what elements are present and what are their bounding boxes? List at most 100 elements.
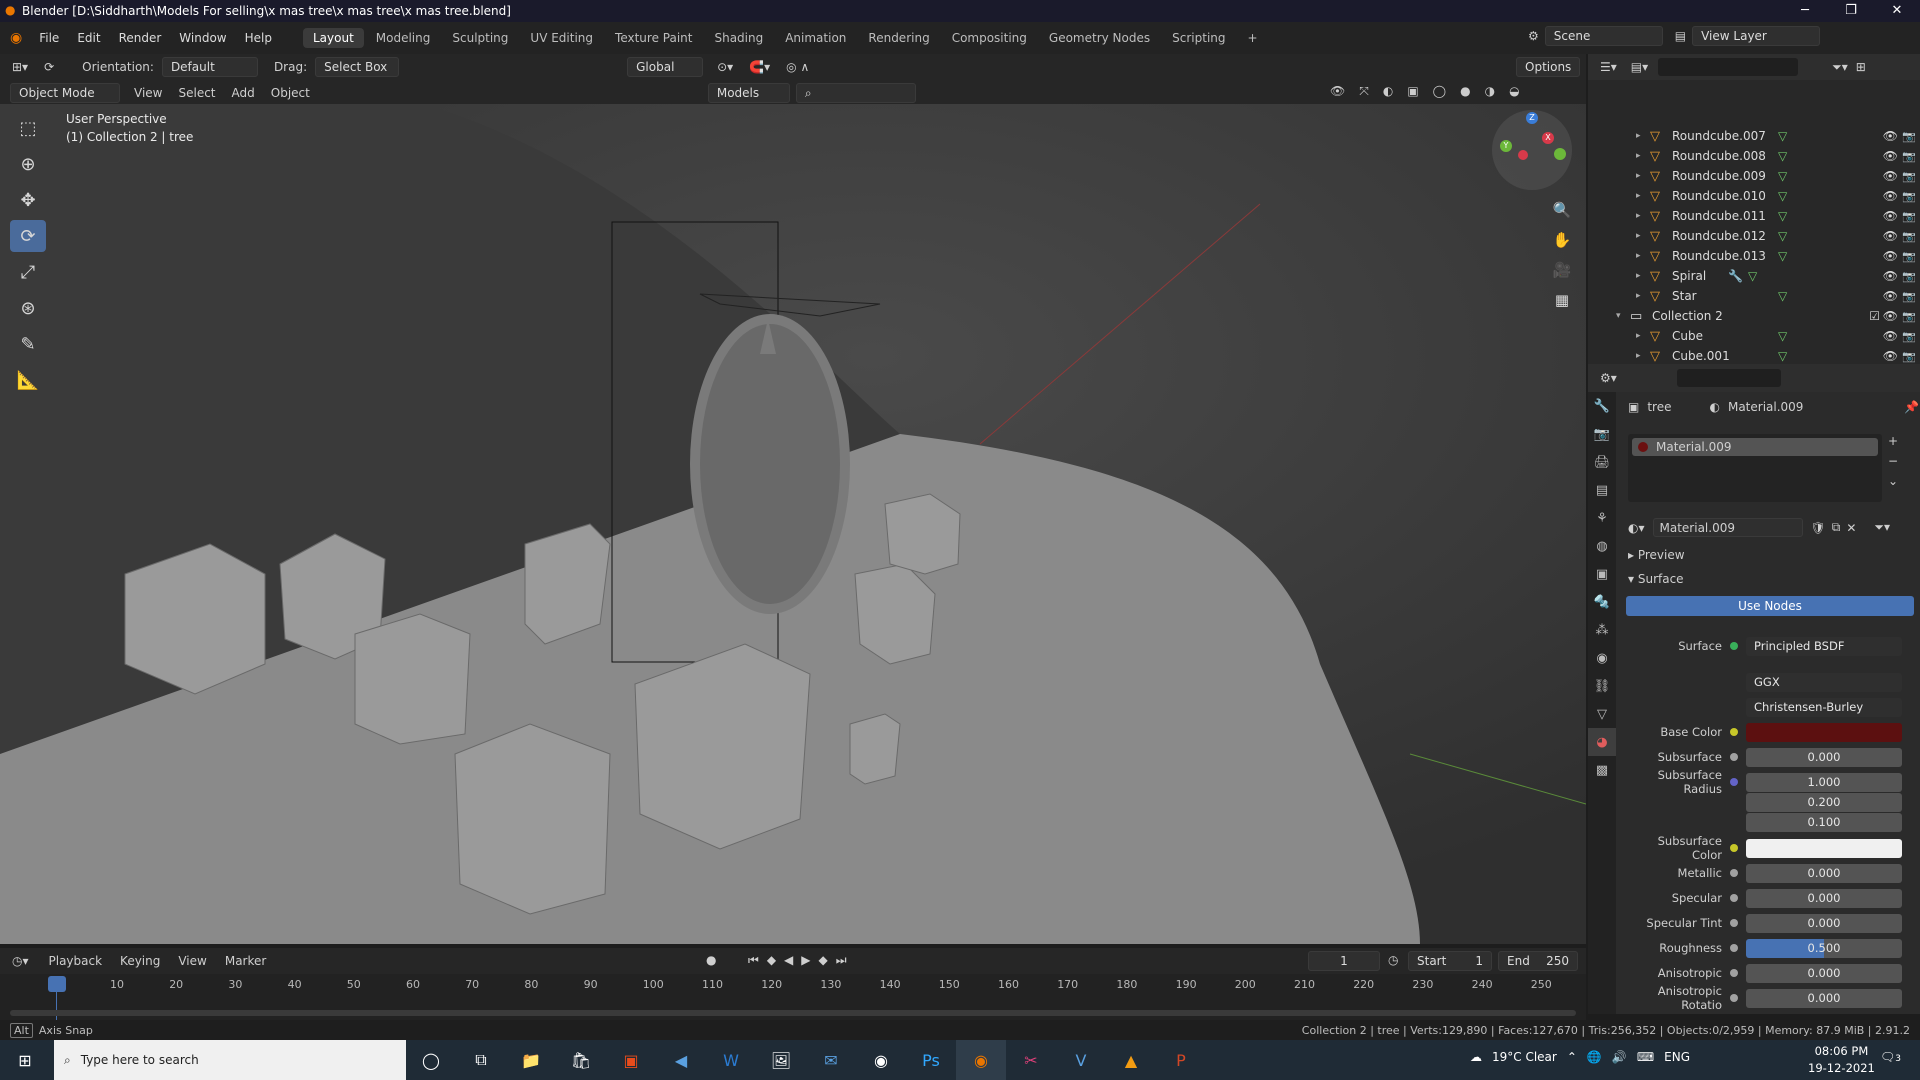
scene-tab-icon[interactable]: ⚘ <box>1588 504 1616 532</box>
current-frame-field[interactable]: 1 <box>1308 951 1380 971</box>
timeline-scrollbar[interactable] <box>10 1010 1576 1016</box>
material-value-field[interactable]: 0.000 <box>1746 888 1902 908</box>
overlays-icon[interactable]: ◐ <box>1383 84 1393 99</box>
neg-x-axis-icon[interactable] <box>1518 150 1528 160</box>
snap-icon[interactable]: 🧲▾ <box>749 60 770 74</box>
visibility-eye-icon[interactable]: 👁 <box>1883 169 1898 183</box>
unlink-material-icon[interactable]: ✕ <box>1846 521 1856 535</box>
material-tab-icon[interactable]: ◕ <box>1588 728 1616 756</box>
outliner-object-row[interactable]: ▸ ▽ Roundcube.010 ▽ 👁 📷 <box>1588 186 1920 206</box>
outliner-object-row[interactable]: ▸ ▽ Cube ▽ 👁 📷 <box>1588 326 1920 346</box>
cursor-tool-icon[interactable]: ⊕ <box>10 148 46 180</box>
outliner-object-row[interactable]: ▸ ▽ Roundcube.012 ▽ 👁 📷 <box>1588 226 1920 246</box>
vs-icon[interactable]: ◀ <box>656 1040 706 1080</box>
outliner-object-row[interactable]: ▸ ▽ Cube.001 ▽ 👁 📷 <box>1588 346 1920 364</box>
taskbar-search-box[interactable]: ⌕ Type here to search <box>54 1040 406 1080</box>
select-box-tool-icon[interactable]: ⬚ <box>10 112 46 144</box>
output-tab-icon[interactable]: 🖨 <box>1588 448 1616 476</box>
annotate-tool-icon[interactable]: ✎ <box>10 328 46 360</box>
visibility-eye-icon[interactable]: 👁 <box>1883 229 1898 243</box>
ortho-grid-icon[interactable]: ▦ <box>1548 285 1576 315</box>
expand-icon[interactable]: ▸ <box>1636 231 1641 241</box>
rendered-shading-icon[interactable]: ◒ <box>1509 84 1519 99</box>
menu-timeline-view[interactable]: View <box>178 954 206 968</box>
expand-icon[interactable]: ▸ <box>1636 331 1641 341</box>
render-camera-icon[interactable]: 📷 <box>1902 270 1916 283</box>
jump-start-icon[interactable]: ⏮ <box>748 953 759 968</box>
x-axis-icon[interactable]: X <box>1542 132 1554 144</box>
transform-tool-icon[interactable]: ⊛ <box>10 292 46 324</box>
visibility-eye-icon[interactable]: 👁 <box>1883 309 1898 323</box>
play-icon[interactable]: ▶ <box>801 953 810 968</box>
material-value-field[interactable]: 0.000 <box>1746 988 1902 1008</box>
material-value-field[interactable]: 0.000 <box>1746 963 1902 983</box>
record-icon[interactable]: ● <box>706 953 716 967</box>
filter-icon[interactable]: ⏷▾ <box>1832 60 1848 75</box>
solid-shading-icon[interactable]: ● <box>1460 84 1470 99</box>
render-camera-icon[interactable]: 📷 <box>1902 210 1916 223</box>
office-icon[interactable]: ▣ <box>606 1040 656 1080</box>
checkbox-icon[interactable]: ☑ <box>1869 309 1880 323</box>
render-camera-icon[interactable]: 📷 <box>1902 310 1916 323</box>
tab-scripting[interactable]: Scripting <box>1162 28 1235 48</box>
scene-selector[interactable]: Scene <box>1544 26 1663 46</box>
render-camera-icon[interactable]: 📷 <box>1902 330 1916 343</box>
visibility-eye-icon[interactable]: 👁 <box>1883 189 1898 203</box>
surface-shader-field[interactable]: Principled BSDF <box>1746 636 1902 656</box>
tab-compositing[interactable]: Compositing <box>942 28 1037 48</box>
language-indicator[interactable]: ENG <box>1664 1050 1690 1064</box>
view-layer-tab-icon[interactable]: ▤ <box>1588 476 1616 504</box>
menu-marker[interactable]: Marker <box>225 954 266 968</box>
outliner-search-input[interactable] <box>1658 58 1799 76</box>
visibility-eye-icon[interactable]: 👁 <box>1883 329 1898 343</box>
jump-end-icon[interactable]: ⏭ <box>836 953 847 968</box>
expand-icon[interactable]: ▸ <box>1636 191 1641 201</box>
viewport-search-icon[interactable]: ⌕ <box>795 83 916 103</box>
remove-slot-icon[interactable]: − <box>1888 454 1898 468</box>
base-color-swatch[interactable] <box>1746 722 1902 742</box>
data-tab-icon[interactable]: ▽ <box>1588 700 1616 728</box>
render-tab-icon[interactable]: 📷 <box>1588 420 1616 448</box>
expand-icon[interactable]: ▸ <box>1636 211 1641 221</box>
material-value-field[interactable]: 0.000 <box>1746 913 1902 933</box>
gizmo-icon[interactable]: ⤧ <box>1359 84 1369 99</box>
chrome-icon[interactable]: ◉ <box>856 1040 906 1080</box>
tab-sculpting[interactable]: Sculpting <box>442 28 518 48</box>
expand-icon[interactable]: ▸ <box>1636 271 1641 281</box>
subsurface-radius-x-field[interactable]: 1.000 <box>1746 772 1902 792</box>
visibility-eye-icon[interactable]: 👁 <box>1883 289 1898 303</box>
material-slot-item[interactable]: Material.009 <box>1632 438 1878 456</box>
weather-icon[interactable]: ☁ <box>1470 1050 1482 1064</box>
menu-help[interactable]: Help <box>236 31 281 45</box>
material-shading-icon[interactable]: ◑ <box>1485 84 1495 99</box>
next-key-icon[interactable]: ◆ <box>819 953 828 968</box>
network-icon[interactable]: 🌐 <box>1587 1050 1602 1064</box>
tab-modeling[interactable]: Modeling <box>366 28 441 48</box>
vector-app-icon[interactable]: V <box>1056 1040 1106 1080</box>
volume-icon[interactable]: 🔊 <box>1612 1050 1627 1064</box>
browse-material-icon[interactable]: ◐▾ <box>1628 521 1645 535</box>
menu-window[interactable]: Window <box>170 31 235 45</box>
visibility-icon[interactable]: 👁 <box>1330 84 1345 99</box>
material-name-field[interactable]: Material.009 <box>1652 518 1803 537</box>
add-workspace-icon[interactable]: + <box>1238 28 1268 48</box>
store-icon[interactable]: 🛍 <box>556 1040 606 1080</box>
keyboard-icon[interactable]: ⌨ <box>1637 1050 1654 1064</box>
object-tab-icon[interactable]: ▣ <box>1588 560 1616 588</box>
mail-icon[interactable]: ✉ <box>806 1040 856 1080</box>
properties-editor-icon[interactable]: ⚙▾ <box>1600 371 1617 385</box>
expand-icon[interactable]: ▸ <box>1636 351 1641 361</box>
weather-text[interactable]: 19°C Clear <box>1492 1050 1557 1064</box>
render-camera-icon[interactable]: 📷 <box>1902 250 1916 263</box>
tab-shading[interactable]: Shading <box>704 28 773 48</box>
blender-menu-icon[interactable]: ◉ <box>10 30 22 46</box>
visibility-eye-icon[interactable]: 👁 <box>1883 129 1898 143</box>
menu-add[interactable]: Add <box>232 86 255 100</box>
subsurface-radius-z-field[interactable]: 0.100 <box>1746 812 1902 832</box>
render-camera-icon[interactable]: 📷 <box>1902 290 1916 303</box>
drag-dropdown[interactable]: Select Box <box>315 57 400 77</box>
windows-start-icon[interactable]: ⊞ <box>0 1040 50 1080</box>
tool-tab-icon[interactable]: 🔧 <box>1588 392 1616 420</box>
cortana-icon[interactable]: ◯ <box>406 1040 456 1080</box>
duplicate-material-icon[interactable]: ⧉ <box>1832 520 1841 535</box>
